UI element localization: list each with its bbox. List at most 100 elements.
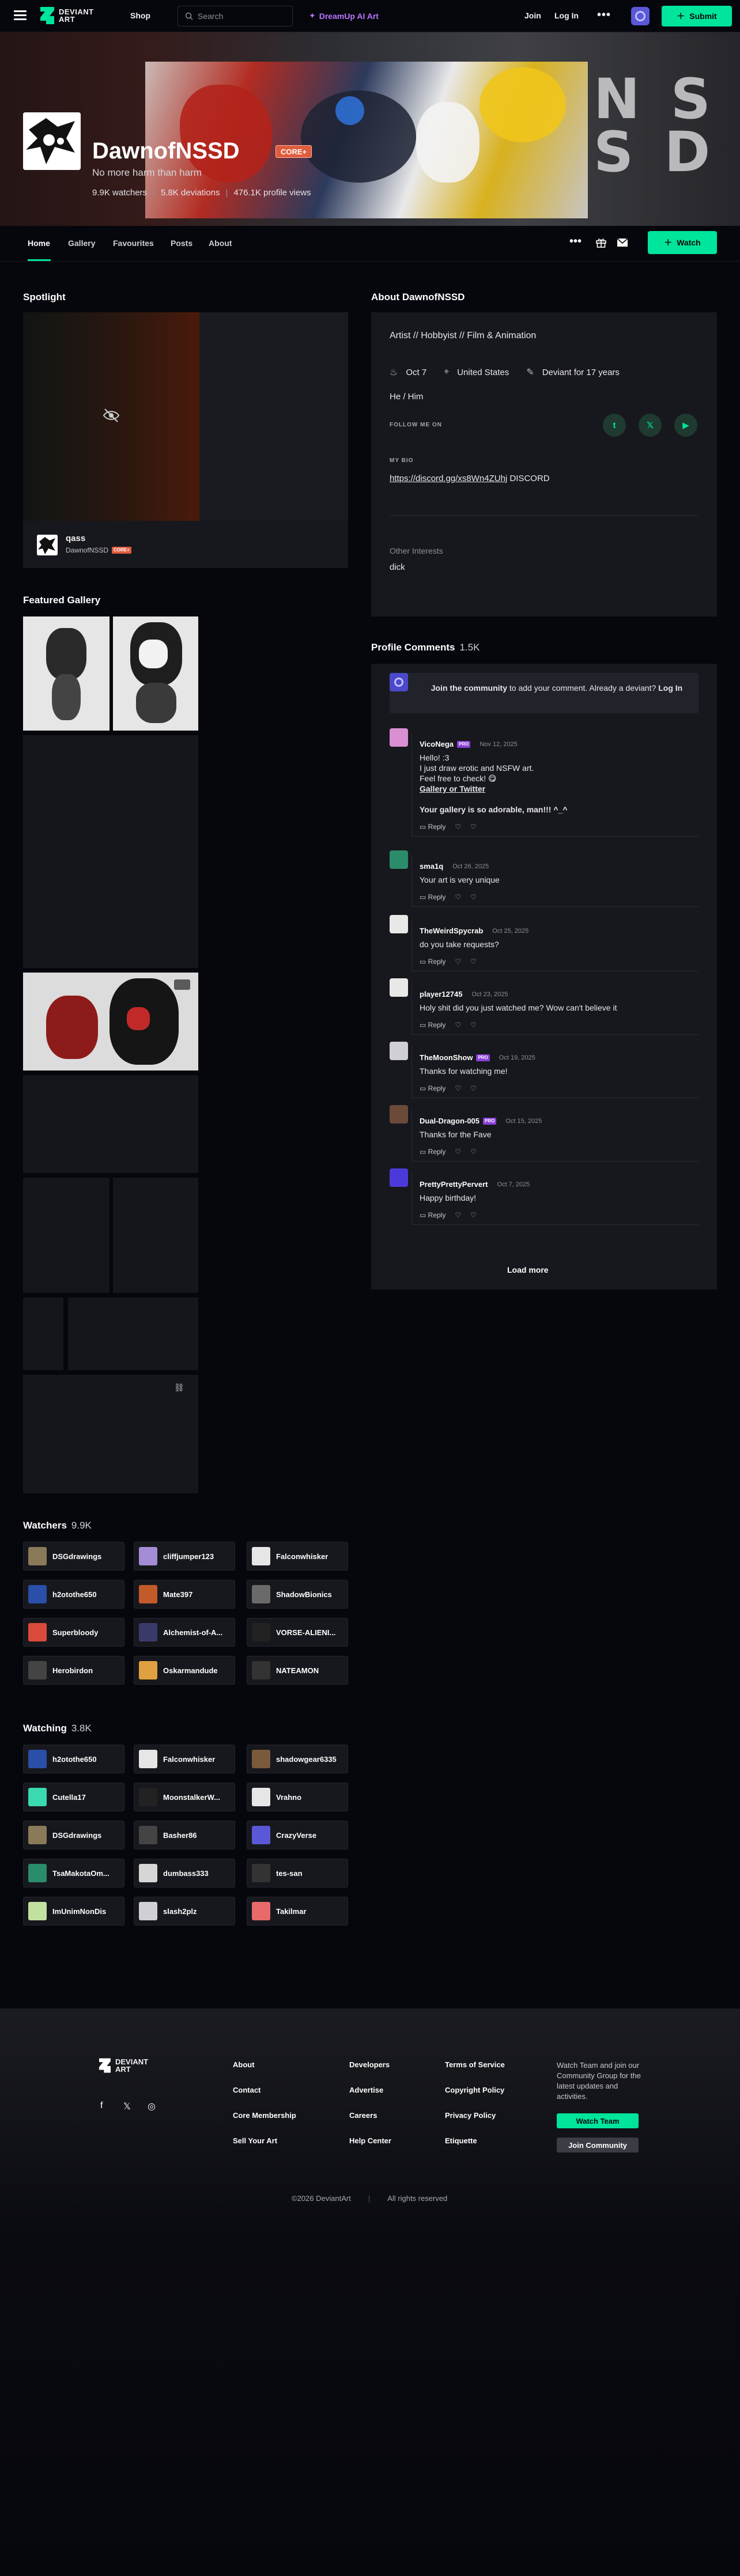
discord-link[interactable]: https://discord.gg/xs8Wn4ZUhj <box>390 474 507 483</box>
user-card[interactable]: shadowgear6335 <box>247 1745 348 1773</box>
user-card[interactable]: Alchemist-of-A... <box>134 1618 235 1647</box>
user-card[interactable]: ShadowBionics <box>247 1580 348 1609</box>
footer-link[interactable]: Sell Your Art <box>233 2136 277 2145</box>
footer-link[interactable]: Advertise <box>349 2086 383 2094</box>
footer-link[interactable]: Developers <box>349 2060 390 2069</box>
footer-link[interactable]: Contact <box>233 2086 260 2094</box>
more-options-icon[interactable]: ••• <box>597 9 611 22</box>
tab-posts[interactable]: Posts <box>171 239 192 248</box>
footer-link[interactable]: Help Center <box>349 2136 391 2145</box>
footer-link[interactable]: Copyright Policy <box>445 2086 504 2094</box>
user-card[interactable]: NATEAMON <box>247 1656 348 1685</box>
load-more-button[interactable]: Load more <box>507 1265 549 1274</box>
user-avatar <box>28 1750 47 1768</box>
gallery-thumbnail[interactable] <box>113 1178 198 1293</box>
user-card[interactable]: dumbass333 <box>134 1859 235 1887</box>
footer-link[interactable]: About <box>233 2060 255 2069</box>
footer-link[interactable]: Core Membership <box>233 2111 296 2120</box>
user-card[interactable]: MoonstalkerW... <box>134 1783 235 1811</box>
user-card[interactable]: Falconwhisker <box>247 1542 348 1571</box>
user-card[interactable]: slash2plz <box>134 1897 235 1926</box>
tab-about[interactable]: About <box>209 239 232 248</box>
user-card[interactable]: h2otothe650 <box>23 1580 124 1609</box>
user-card[interactable]: Herobirdon <box>23 1656 124 1685</box>
youtube-icon[interactable]: ▶ <box>674 414 697 437</box>
dreamup-link[interactable]: ✦ DreamUp AI Art <box>309 11 379 21</box>
footer-link[interactable]: Careers <box>349 2111 377 2120</box>
footer-link[interactable]: Privacy Policy <box>445 2111 496 2120</box>
gallery-thumbnail[interactable] <box>113 616 198 731</box>
join-community-link[interactable]: Join the community <box>431 683 507 693</box>
user-card[interactable]: Cutella17 <box>23 1783 124 1811</box>
core-membership-icon[interactable] <box>631 7 650 25</box>
core-badge[interactable]: CORE+ <box>275 145 312 158</box>
commenter-avatar[interactable] <box>390 850 408 869</box>
gallery-thumbnail[interactable] <box>23 735 198 968</box>
gift-icon[interactable] <box>596 237 606 248</box>
profile-avatar[interactable] <box>23 112 81 170</box>
gallery-thumbnail[interactable] <box>23 616 110 731</box>
menu-icon[interactable] <box>14 10 27 21</box>
gallery-thumbnail[interactable] <box>68 1298 198 1370</box>
user-card[interactable]: TsaMakotaOm... <box>23 1859 124 1887</box>
footer-logo[interactable]: DEVIANT ART <box>99 2058 148 2073</box>
tab-favourites[interactable]: Favourites <box>113 239 154 248</box>
watch-team-button[interactable]: Watch Team <box>557 2113 639 2128</box>
spotlight-title[interactable]: qass <box>66 534 85 543</box>
twitter-x-icon[interactable]: 𝕏 <box>639 414 662 437</box>
commenter-avatar[interactable] <box>390 978 408 997</box>
user-name: Mate397 <box>163 1590 193 1599</box>
gallery-thumbnail[interactable] <box>23 1298 63 1370</box>
commenter-avatar[interactable] <box>390 1042 408 1060</box>
mail-icon[interactable] <box>617 238 628 247</box>
user-card[interactable]: Mate397 <box>134 1580 235 1609</box>
gallery-thumbnail[interactable] <box>23 973 198 1071</box>
login-link[interactable]: Log In <box>658 683 682 693</box>
user-card[interactable]: DSGdrawings <box>23 1821 124 1849</box>
submit-button[interactable]: ＋ Submit <box>662 6 732 27</box>
gallery-thumbnail[interactable]: ⛓ <box>23 1375 198 1493</box>
commenter-avatar[interactable] <box>390 728 408 747</box>
footer-link[interactable]: Terms of Service <box>445 2060 505 2069</box>
instagram-icon[interactable]: ◎ <box>148 2101 156 2112</box>
user-card[interactable]: Takilmar <box>247 1897 348 1926</box>
join-community-button[interactable]: Join Community <box>557 2138 639 2153</box>
multi-image-icon <box>174 979 190 990</box>
commenter-avatar[interactable] <box>390 915 408 933</box>
spotlight-author[interactable]: DawnofNSSD CORE+ <box>66 546 131 554</box>
top-navigation: DEVIANT ART Shop Search ✦ DreamUp AI Art … <box>0 0 740 32</box>
twitter-x-icon[interactable]: 𝕏 <box>123 2101 131 2112</box>
commenter-avatar[interactable] <box>390 1105 408 1124</box>
shop-link[interactable]: Shop <box>130 11 150 20</box>
comments-count: 1.5K <box>459 642 480 653</box>
footer-link[interactable]: Etiquette <box>445 2136 477 2145</box>
user-card[interactable]: CrazyVerse <box>247 1821 348 1849</box>
commenter-avatar[interactable] <box>390 1168 408 1187</box>
deviations-count[interactable]: 5.8K deviations <box>161 188 220 198</box>
facebook-icon[interactable]: f <box>100 2101 103 2111</box>
user-card[interactable]: Oskarmandude <box>134 1656 235 1685</box>
user-card[interactable]: Superbloody <box>23 1618 124 1647</box>
user-card[interactable]: cliffjumper123 <box>134 1542 235 1571</box>
gallery-thumbnail[interactable] <box>23 1178 110 1293</box>
tab-home[interactable]: Home <box>28 239 50 248</box>
gallery-thumbnail[interactable] <box>23 1075 198 1173</box>
user-card[interactable]: ImUnimNonDis <box>23 1897 124 1926</box>
login-link[interactable]: Log In <box>554 11 579 20</box>
spotlight-author-avatar[interactable] <box>37 535 58 555</box>
user-card[interactable]: Falconwhisker <box>134 1745 235 1773</box>
user-card[interactable]: Vrahno <box>247 1783 348 1811</box>
more-options-icon[interactable]: ••• <box>569 235 582 248</box>
deviantart-logo[interactable]: DEVIANT ART <box>40 7 94 24</box>
user-card[interactable]: DSGdrawings <box>23 1542 124 1571</box>
watchers-count[interactable]: 9.9K watchers <box>92 188 147 198</box>
join-link[interactable]: Join <box>524 11 541 20</box>
user-card[interactable]: Basher86 <box>134 1821 235 1849</box>
tab-gallery[interactable]: Gallery <box>68 239 95 248</box>
watch-button[interactable]: ＋ Watch <box>648 231 717 254</box>
user-card[interactable]: VORSE-ALIENI... <box>247 1618 348 1647</box>
search-input[interactable]: Search <box>178 6 293 27</box>
user-card[interactable]: h2otothe650 <box>23 1745 124 1773</box>
tumblr-icon[interactable]: t <box>603 414 626 437</box>
user-card[interactable]: tes-san <box>247 1859 348 1887</box>
